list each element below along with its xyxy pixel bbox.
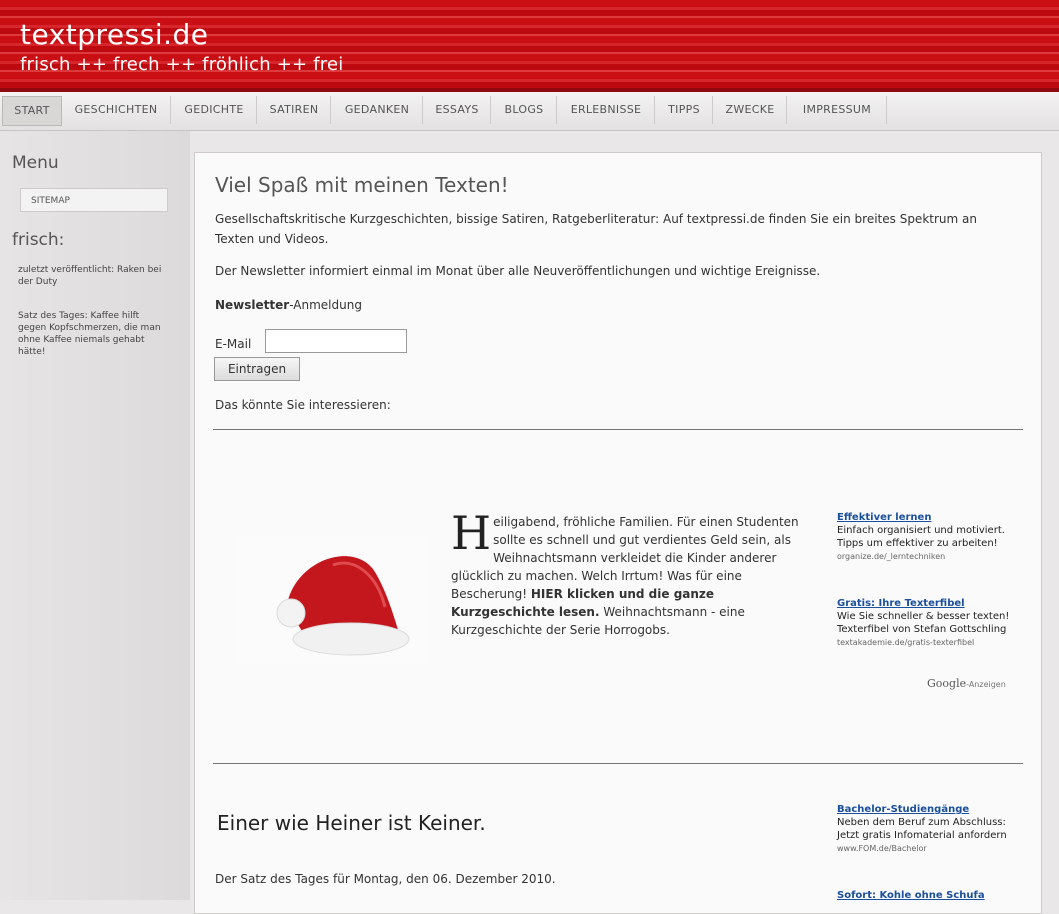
newsletter-heading: Newsletter-Anmeldung xyxy=(215,295,985,315)
story-teaser: Heiligabend, fröhliche Familien. Für ein… xyxy=(451,506,817,639)
google-logo: Google xyxy=(927,677,967,690)
google-ads-label[interactable]: Google-Anzeigen xyxy=(927,677,1006,690)
email-label: E-Mail xyxy=(215,337,252,351)
email-input[interactable] xyxy=(265,329,407,353)
ad-block-3[interactable]: Bachelor-Studiengänge Neben dem Beruf zu… xyxy=(837,803,1017,855)
nav-blogs[interactable]: BLOGS xyxy=(492,96,557,124)
ad-text: Neben dem Beruf zum Abschluss: Jetzt gra… xyxy=(837,817,1007,841)
ad-url[interactable]: textakademie.de/gratis-texterfibel xyxy=(837,636,1017,649)
site-header: textpressi.de frisch ++ frech ++ fröhlic… xyxy=(0,0,1059,92)
nav-gedanken[interactable]: GEDANKEN xyxy=(332,96,423,124)
ad-title[interactable]: Sofort: Kohle ohne Schufa xyxy=(837,889,1017,902)
nav-satiren[interactable]: SATIREN xyxy=(258,96,331,124)
ad-block-4[interactable]: Sofort: Kohle ohne Schufa xyxy=(837,889,1017,902)
nav-gedichte[interactable]: GEDICHTE xyxy=(172,96,257,124)
sitemap-link[interactable]: SITEMAP xyxy=(20,188,168,212)
nav-start[interactable]: START xyxy=(2,96,62,126)
story-dropcap: H xyxy=(451,506,492,560)
nav-zwecke[interactable]: ZWECKE xyxy=(714,96,787,124)
sidebar-menu-heading: Menu xyxy=(12,153,59,173)
ad-title[interactable]: Effektiver lernen xyxy=(837,511,1017,524)
section-text: Der Satz des Tages für Montag, den 06. D… xyxy=(215,872,556,886)
main-content: Viel Spaß mit meinen Texten! Gesellschaf… xyxy=(194,152,1042,914)
ad-block-1[interactable]: Effektiver lernen Einfach organisiert un… xyxy=(837,511,1017,563)
ad-text: Wie Sie schneller & besser texten! Texte… xyxy=(837,611,1010,635)
nav-erlebnisse[interactable]: ERLEBNISSE xyxy=(558,96,655,124)
divider xyxy=(213,429,1023,430)
site-tagline: frisch ++ frech ++ fröhlich ++ frei xyxy=(20,54,344,75)
google-ads-sub: -Anzeigen xyxy=(966,680,1006,689)
ad-title[interactable]: Bachelor-Studiengänge xyxy=(837,803,1017,816)
ad-title[interactable]: Gratis: Ihre Texterfibel xyxy=(837,597,1017,610)
newsletter-rest: -Anmeldung xyxy=(289,298,362,312)
santa-hat-image[interactable] xyxy=(235,535,425,665)
newsletter-info: Der Newsletter informiert einmal im Mona… xyxy=(215,264,821,278)
ad-url[interactable]: organize.de/_lerntechniken xyxy=(837,550,1017,563)
sidebar-quote-text: Satz des Tages: Kaffee hilft gegen Kopfs… xyxy=(18,311,161,357)
sidebar-latest-text[interactable]: zuletzt veröffentlicht: Raken bei der Du… xyxy=(18,264,168,288)
nav-impressum[interactable]: IMPRESSUM xyxy=(788,96,887,124)
sidebar-frisch-heading: frisch: xyxy=(12,230,65,250)
nav-geschichten[interactable]: GESCHICHTEN xyxy=(62,96,171,124)
page-title: Viel Spaß mit meinen Texten! xyxy=(215,173,509,197)
nav-essays[interactable]: ESSAYS xyxy=(424,96,491,124)
site-title[interactable]: textpressi.de xyxy=(20,18,209,51)
ad-block-2[interactable]: Gratis: Ihre Texterfibel Wie Sie schnell… xyxy=(837,597,1017,649)
newsletter-bold: Newsletter xyxy=(215,298,290,312)
ad-url[interactable]: www.FOM.de/Bachelor xyxy=(837,842,1017,855)
interest-text: Das könnte Sie interessieren: xyxy=(215,398,391,412)
section-title: Einer wie Heiner ist Keiner. xyxy=(217,811,486,835)
nav-tipps[interactable]: TIPPS xyxy=(656,96,713,124)
submit-button[interactable]: Eintragen xyxy=(214,357,300,381)
ad-text: Einfach organisiert und motiviert. Tipps… xyxy=(837,525,1005,549)
intro-text: Gesellschaftskritische Kurzgeschichten, … xyxy=(215,212,977,246)
divider xyxy=(213,763,1023,764)
main-nav: START GESCHICHTEN GEDICHTE SATIREN GEDAN… xyxy=(0,92,1059,131)
